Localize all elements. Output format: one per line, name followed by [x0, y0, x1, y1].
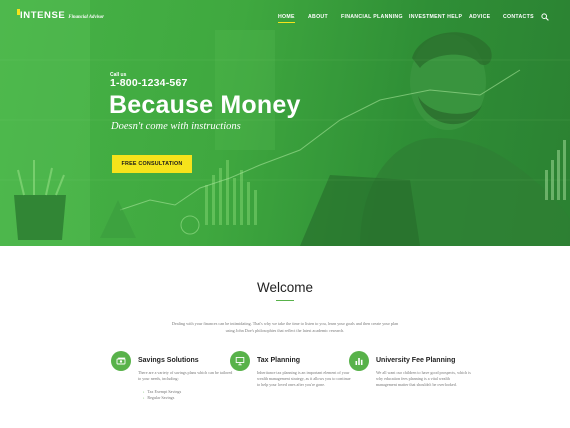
- feature-title: Savings Solutions: [138, 357, 199, 364]
- title-divider: [276, 300, 294, 301]
- feature-text: There are a variety of savings plans whi…: [138, 370, 233, 381]
- logo-name: INTENSE: [20, 10, 66, 21]
- bar-chart-icon: [349, 351, 369, 371]
- list-item: Regular Savings: [143, 395, 181, 401]
- top-navigation-bar: INTENSE Financial Advisor HOME ABOUT FIN…: [0, 0, 570, 34]
- nav-item-financial-planning[interactable]: FINANCIAL PLANNING: [341, 14, 403, 20]
- feature-title: Tax Planning: [257, 357, 301, 364]
- nav-item-home[interactable]: HOME: [278, 14, 295, 23]
- money-icon: [111, 351, 131, 371]
- feature-text: We all want our children to have good pr…: [376, 370, 471, 387]
- nav-item-investment-help[interactable]: INVESTMENT HELP: [409, 14, 462, 20]
- phone-number[interactable]: 1-800-1234-567: [110, 77, 188, 89]
- presentation-icon: [230, 351, 250, 371]
- hero-section: INTENSE Financial Advisor HOME ABOUT FIN…: [0, 0, 570, 246]
- logo-tagline: Financial Advisor: [68, 15, 105, 20]
- feature-list: Tax Exempt Savings Regular Savings: [143, 389, 181, 401]
- welcome-text: Dealing with your finances can be intimi…: [171, 321, 399, 333]
- nav-item-advice[interactable]: ADVICE: [469, 14, 490, 20]
- logo[interactable]: INTENSE Financial Advisor: [17, 9, 105, 21]
- hero-background-illustration: [0, 0, 570, 246]
- welcome-title: Welcome: [256, 280, 314, 295]
- nav-item-about[interactable]: ABOUT: [308, 14, 328, 20]
- search-icon[interactable]: [541, 13, 549, 21]
- feature-title: University Fee Planning: [376, 357, 456, 364]
- hero-subline: Doesn't come with instructions: [111, 121, 241, 132]
- hero-headline: Because Money: [109, 91, 301, 119]
- feature-text: Inheritance tax planning is an important…: [257, 370, 351, 387]
- logo-mark: [17, 9, 20, 15]
- free-consultation-button[interactable]: FREE CONSULTATION: [112, 155, 192, 173]
- nav-item-contacts[interactable]: CONTACTS: [503, 14, 534, 20]
